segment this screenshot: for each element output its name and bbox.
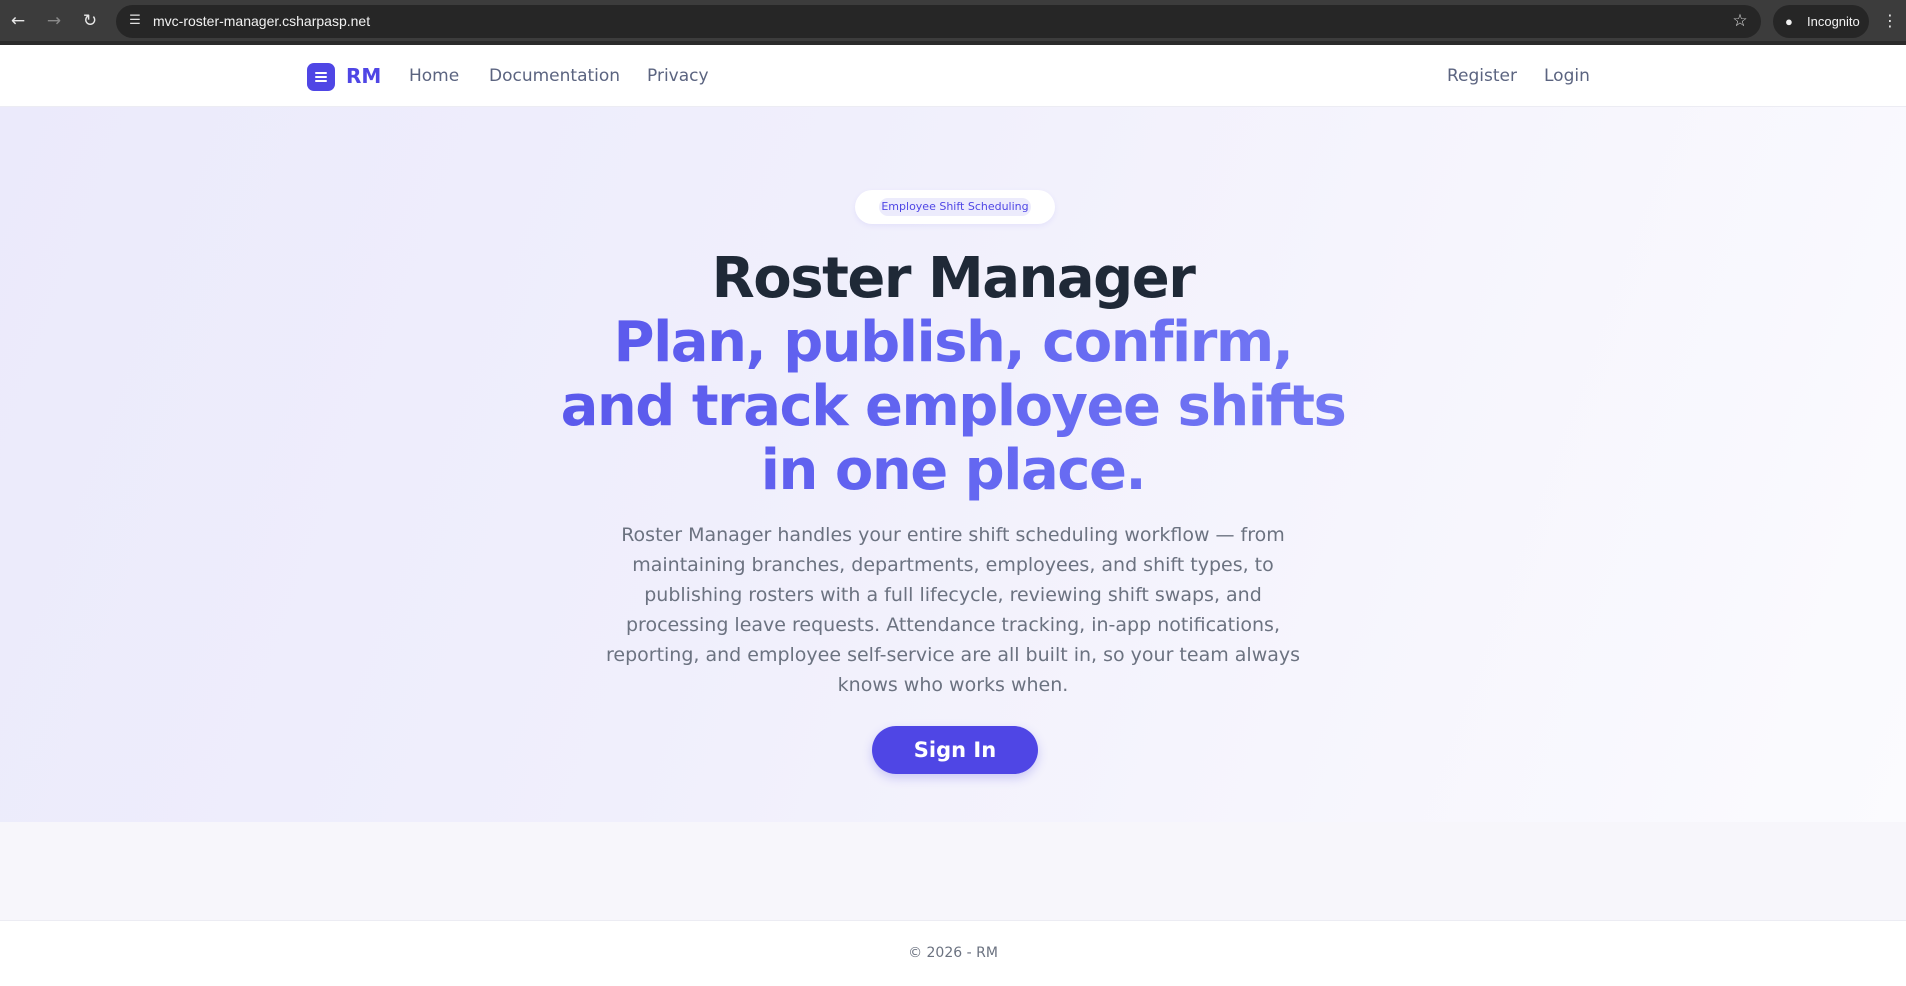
incognito-label: Incognito — [1807, 14, 1860, 29]
sign-in-button[interactable]: Sign In — [872, 726, 1038, 774]
nav-link-home[interactable]: Home — [409, 61, 459, 91]
address-bar[interactable]: ☰ mvc-roster-manager.csharpasp.net ☆ — [116, 5, 1761, 38]
menu-lines-icon[interactable] — [307, 63, 335, 91]
hero-title: Roster Manager — [711, 246, 1196, 311]
kebab-menu-icon[interactable]: ⋮ — [1882, 8, 1898, 34]
tune-icon[interactable]: ☰ — [125, 11, 145, 31]
nav-link-login[interactable]: Login — [1544, 61, 1590, 91]
browser-toolbar: ← → ↻ ☰ mvc-roster-manager.csharpasp.net… — [0, 0, 1906, 45]
nav-link-privacy[interactable]: Privacy — [647, 61, 709, 91]
hero-badge-label: Employee Shift Scheduling — [879, 198, 1031, 216]
incognito-icon: ● — [1785, 14, 1793, 29]
top-navbar: RM Home Documentation Privacy Register L… — [0, 45, 1906, 107]
footer-copyright: © 2026 - RM — [908, 945, 998, 961]
incognito-indicator[interactable]: ● Incognito — [1773, 5, 1869, 38]
brand-logo-text[interactable]: RM — [346, 61, 381, 91]
back-arrow-icon[interactable]: ← — [5, 8, 31, 34]
hero-description: Roster Manager handles your entire shift… — [605, 524, 1301, 696]
reload-icon[interactable]: ↻ — [77, 8, 103, 34]
page-footer: © 2026 - RM — [0, 920, 1906, 986]
hero-section: Employee Shift Scheduling Roster Manager… — [0, 107, 1906, 822]
forward-arrow-icon[interactable]: → — [41, 8, 67, 34]
hero-badge: Employee Shift Scheduling — [855, 190, 1055, 224]
star-icon[interactable]: ☆ — [1729, 10, 1751, 32]
url-text[interactable]: mvc-roster-manager.csharpasp.net — [153, 5, 370, 38]
hero-tagline-line-3: in one place. — [0, 439, 1906, 503]
hero-tagline-line-1: Plan, publish, confirm, — [0, 311, 1906, 375]
nav-link-documentation[interactable]: Documentation — [489, 61, 620, 91]
nav-link-register[interactable]: Register — [1447, 61, 1517, 91]
hero-tagline-line-2: and track employee shifts — [0, 375, 1906, 439]
